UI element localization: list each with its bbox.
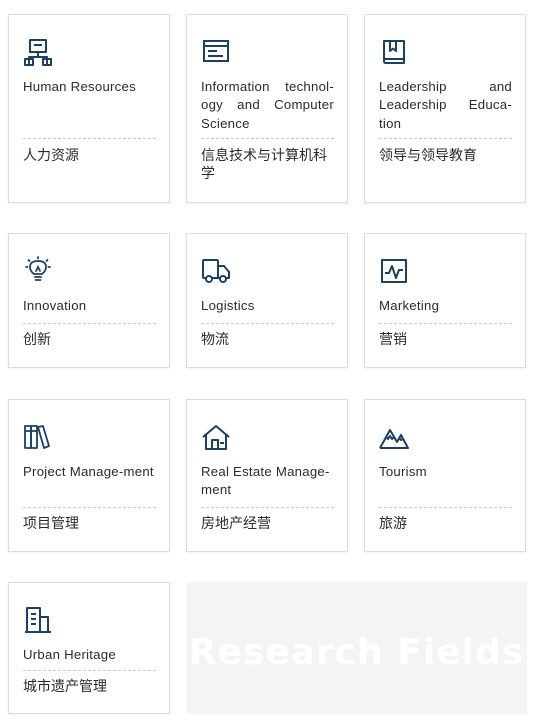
research-fields-banner: Research Fields [186, 582, 527, 714]
divider [23, 323, 156, 324]
divider [379, 507, 512, 508]
field-card-logistics[interactable]: Logistics 物流 [186, 233, 348, 368]
divider [23, 138, 156, 139]
field-card-tourism[interactable]: Tourism 旅游 [364, 399, 526, 552]
field-name-en: Marketing [379, 298, 440, 313]
field-card-real-estate[interactable]: Real Estate Manage-ment 房地产经营 [186, 399, 348, 552]
field-name-en: Tourism [379, 464, 427, 479]
field-card-urban-heritage[interactable]: Urban Heritage 城市遗产管理 [8, 582, 170, 714]
field-name-zh: 创新 [23, 332, 51, 348]
divider [379, 138, 512, 139]
divider [201, 507, 334, 508]
chart-pulse-icon [379, 256, 409, 286]
field-card-information-technology[interactable]: Information technol-ogy and Computer Sci… [186, 14, 348, 203]
field-name-en: Information technol-ogy and Computer Sci… [201, 79, 334, 131]
field-card-innovation[interactable]: Innovation 创新 [8, 233, 170, 368]
truck-icon [201, 256, 231, 286]
books-icon [23, 422, 53, 452]
book-icon [379, 37, 409, 67]
divider [23, 670, 156, 671]
field-name-zh: 人力资源 [23, 148, 79, 164]
field-name-en: Real Estate Manage-ment [201, 464, 330, 498]
field-name-en: Project Manage-ment [23, 464, 154, 479]
field-name-zh: 房地产经营 [201, 516, 271, 532]
building-icon [23, 605, 53, 635]
field-card-project-management[interactable]: Project Manage-ment 项目管理 [8, 399, 170, 552]
house-icon [201, 422, 231, 452]
org-chart-icon [23, 37, 53, 67]
field-card-leadership[interactable]: Leadership and Leadership Educa-tion 领导与… [364, 14, 526, 203]
field-name-zh: 信息技术与计算机科学 [201, 148, 327, 182]
field-name-en: Urban Heritage [23, 647, 116, 662]
banner-title: Research Fields [188, 632, 525, 673]
lightbulb-icon [23, 256, 53, 286]
field-name-en: Leadership and Leadership Educa-tion [379, 79, 512, 131]
divider [201, 138, 334, 139]
monitor-icon [201, 37, 231, 67]
field-name-zh: 项目管理 [23, 516, 79, 532]
mountains-icon [379, 422, 409, 452]
field-name-zh: 旅游 [379, 516, 407, 532]
divider [23, 507, 156, 508]
field-name-en: Human Resources [23, 79, 136, 94]
divider [201, 323, 334, 324]
field-name-zh: 物流 [201, 332, 229, 348]
field-name-zh: 城市遗产管理 [23, 679, 107, 695]
field-name-en: Innovation [23, 298, 87, 313]
field-name-zh: 营销 [379, 332, 407, 348]
field-name-en: Logistics [201, 298, 255, 313]
divider [379, 323, 512, 324]
field-card-marketing[interactable]: Marketing 营销 [364, 233, 526, 368]
field-card-human-resources[interactable]: Human Resources 人力资源 [8, 14, 170, 203]
field-name-zh: 领导与领导教育 [379, 148, 477, 164]
